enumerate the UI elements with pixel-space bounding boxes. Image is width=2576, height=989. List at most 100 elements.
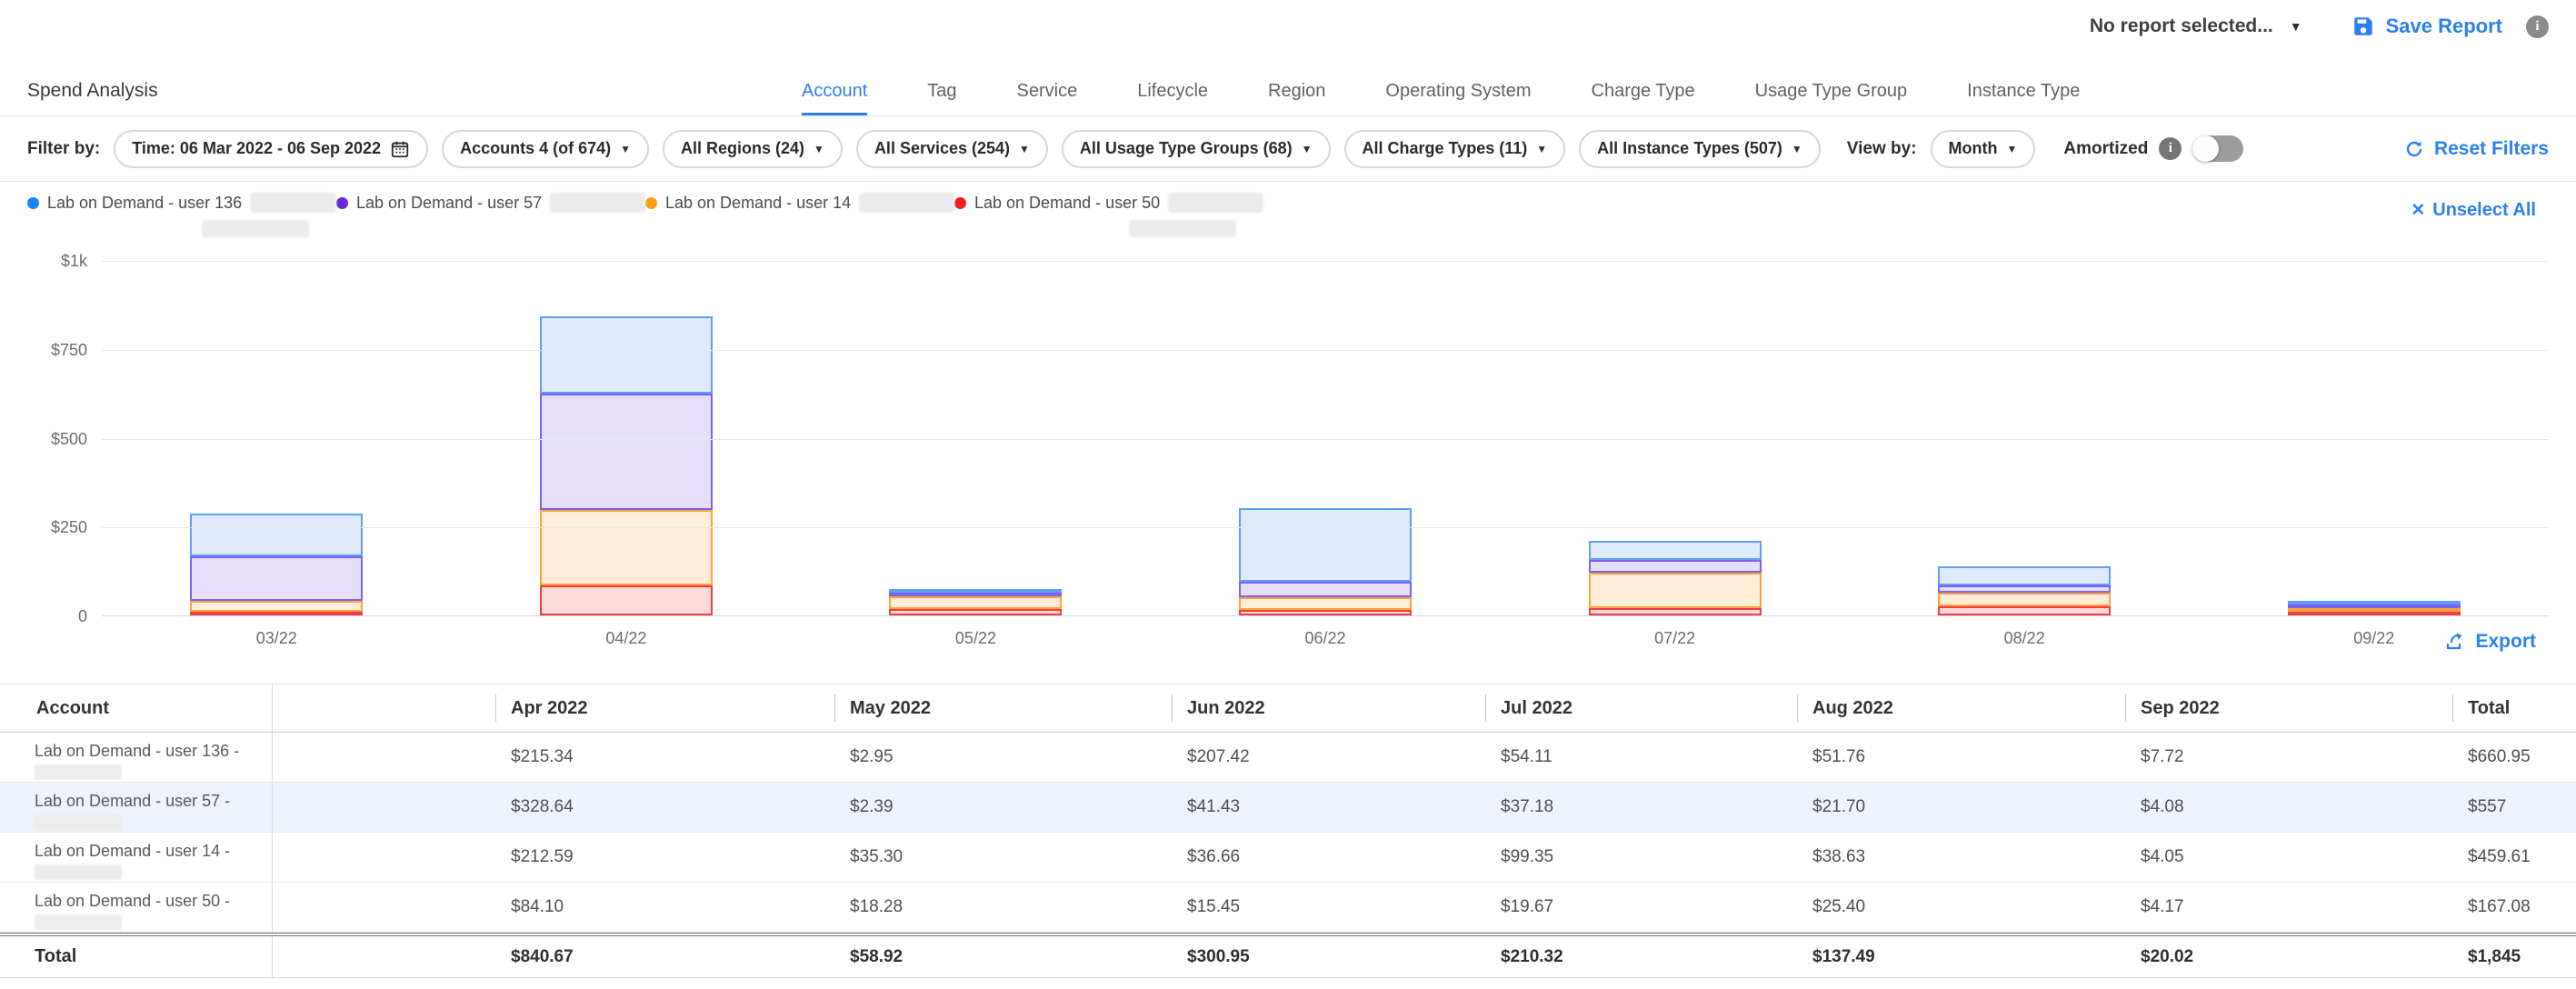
stacked-bar-04-22[interactable]: [540, 316, 713, 615]
legend-item-lab-on-demand-user-50[interactable]: Lab on Demand - user 50: [954, 193, 1263, 242]
value-cell: $212.59: [495, 847, 834, 867]
total-value-cell: $840.67: [495, 947, 834, 967]
report-selector[interactable]: No report selected... ▼: [2090, 15, 2302, 37]
stacked-bar-08-22[interactable]: [1938, 566, 2111, 615]
total-value-cell: $1,845: [2452, 947, 2576, 967]
reset-filters-label: Reset Filters: [2434, 138, 2549, 160]
bar-segment-lab-on-demand-user-14[interactable]: [190, 601, 363, 613]
gridline: [102, 350, 2549, 351]
bar-segment-lab-on-demand-user-50[interactable]: [1589, 608, 1762, 615]
total-label-cell: Total: [0, 936, 273, 977]
bar-segment-lab-on-demand-user-136[interactable]: [1938, 566, 2111, 584]
tab-region[interactable]: Region: [1268, 81, 1325, 116]
stacked-bar-09-22[interactable]: [2288, 601, 2461, 615]
bar-segment-lab-on-demand-user-57[interactable]: [1589, 560, 1762, 574]
legend-label: Lab on Demand - user 136: [47, 194, 242, 213]
bar-segment-lab-on-demand-user-50[interactable]: [1938, 606, 2111, 615]
legend-label: Lab on Demand - user 14: [665, 194, 851, 213]
bar-segment-lab-on-demand-user-50[interactable]: [190, 612, 363, 615]
filter-pill-time[interactable]: Time: 06 Mar 2022 - 06 Sep 2022: [114, 130, 428, 168]
amortized-toggle[interactable]: [2192, 135, 2243, 162]
tab-charge-type[interactable]: Charge Type: [1592, 81, 1695, 116]
table-row-lab-on-demand-user-50[interactable]: Lab on Demand - user 50 -$84.10$18.28$15…: [0, 883, 2576, 933]
value-cell: $36.66: [1172, 847, 1485, 867]
column-header-jul-2022: Jul 2022: [1485, 684, 1797, 732]
bar-segment-lab-on-demand-user-57[interactable]: [1239, 582, 1412, 596]
table-total-row: Total$840.67$58.92$300.95$210.32$137.49$…: [0, 933, 2576, 978]
bar-segment-lab-on-demand-user-14[interactable]: [889, 596, 1062, 609]
tab-account[interactable]: Account: [802, 81, 867, 116]
filter-pill-all-charge-types[interactable]: All Charge Types (11)▼: [1344, 130, 1566, 168]
filter-pill-all-services[interactable]: All Services (254)▼: [856, 130, 1048, 168]
filter-by-label: Filter by:: [27, 139, 100, 159]
table-row-lab-on-demand-user-14[interactable]: Lab on Demand - user 14 -$212.59$35.30$3…: [0, 833, 2576, 883]
tab-service[interactable]: Service: [1017, 81, 1078, 116]
total-value-cell: $137.49: [1797, 947, 2125, 967]
tab-instance-type[interactable]: Instance Type: [1967, 81, 2080, 116]
info-icon[interactable]: i: [2526, 15, 2549, 38]
export-label: Export: [2475, 631, 2536, 653]
view-by-dropdown[interactable]: Month ▼: [1931, 130, 2036, 168]
table-row-lab-on-demand-user-136[interactable]: Lab on Demand - user 136 -$215.34$2.95$2…: [0, 733, 2576, 783]
value-cell: $557: [2452, 797, 2576, 817]
value-cell: $54.11: [1485, 747, 1797, 767]
column-header-jun-2022: Jun 2022: [1172, 684, 1485, 732]
toggle-knob: [2192, 135, 2219, 162]
table-row-lab-on-demand-user-57[interactable]: Lab on Demand - user 57 -$328.64$2.39$41…: [0, 783, 2576, 833]
redacted-text: [35, 814, 122, 830]
filter-pill-label: All Services (254): [874, 139, 1010, 158]
bar-segment-lab-on-demand-user-136[interactable]: [1589, 541, 1762, 560]
redacted-text: [35, 764, 122, 780]
tab-lifecycle[interactable]: Lifecycle: [1137, 81, 1208, 116]
legend-item-lab-on-demand-user-57[interactable]: Lab on Demand - user 57: [336, 193, 645, 242]
bar-segment-lab-on-demand-user-136[interactable]: [540, 316, 713, 393]
stacked-bar-03-22[interactable]: [190, 514, 363, 615]
total-value-cell: $20.02: [2125, 947, 2452, 967]
bar-segment-lab-on-demand-user-136[interactable]: [1239, 508, 1412, 582]
view-by-value: Month: [1949, 139, 1998, 158]
chart-legend: Lab on Demand - user 136 Lab on Demand - …: [0, 187, 2576, 247]
info-icon[interactable]: i: [2159, 137, 2182, 160]
account-name: Lab on Demand - user 50 -: [35, 892, 263, 911]
gridline: [102, 527, 2549, 528]
stacked-bar-05-22[interactable]: [889, 589, 1062, 615]
bar-segment-lab-on-demand-user-14[interactable]: [1239, 597, 1412, 610]
bar-segment-lab-on-demand-user-50[interactable]: [889, 609, 1062, 615]
bar-segment-lab-on-demand-user-14[interactable]: [540, 510, 713, 585]
bar-segment-lab-on-demand-user-57[interactable]: [1938, 585, 2111, 593]
unselect-all-button[interactable]: ✕ Unselect All: [2411, 200, 2536, 221]
legend-label: Lab on Demand - user 57: [356, 194, 542, 213]
filter-pill-all-instance-types[interactable]: All Instance Types (507)▼: [1579, 130, 1821, 168]
bar-segment-lab-on-demand-user-50[interactable]: [540, 585, 713, 615]
reset-filters-button[interactable]: Reset Filters: [2403, 138, 2549, 160]
value-cell: $4.05: [2125, 847, 2452, 867]
filter-pill-all-usage-type-groups[interactable]: All Usage Type Groups (68)▼: [1062, 130, 1331, 168]
tab-operating-system[interactable]: Operating System: [1385, 81, 1531, 116]
redacted-text: [202, 220, 309, 237]
tab-usage-type-group[interactable]: Usage Type Group: [1755, 81, 1908, 116]
value-cell: $41.43: [1172, 797, 1485, 817]
bar-segment-lab-on-demand-user-136[interactable]: [190, 514, 363, 556]
value-cell: $37.18: [1485, 797, 1797, 817]
bar-segment-lab-on-demand-user-50[interactable]: [1239, 610, 1412, 615]
bar-segment-lab-on-demand-user-57[interactable]: [540, 394, 713, 510]
bar-segment-lab-on-demand-user-57[interactable]: [190, 556, 363, 600]
bar-segment-lab-on-demand-user-14[interactable]: [1589, 573, 1762, 608]
filter-pill-label: All Instance Types (507): [1597, 139, 1782, 158]
bar-segment-lab-on-demand-user-14[interactable]: [1938, 593, 2111, 606]
filter-pill-accounts-4[interactable]: Accounts 4 (of 674)▼: [442, 130, 649, 168]
bar-segment-lab-on-demand-user-50[interactable]: [2288, 612, 2461, 615]
close-icon: ✕: [2411, 200, 2425, 221]
filter-pill-all-regions[interactable]: All Regions (24)▼: [663, 130, 843, 168]
stacked-bar-06-22[interactable]: [1239, 508, 1412, 615]
tab-tag[interactable]: Tag: [927, 81, 956, 116]
report-selector-label: No report selected...: [2090, 15, 2273, 37]
stacked-bar-07-22[interactable]: [1589, 541, 1762, 615]
legend-item-lab-on-demand-user-136[interactable]: Lab on Demand - user 136: [27, 193, 336, 242]
export-button[interactable]: Export: [2444, 631, 2536, 653]
redacted-text: [35, 914, 122, 930]
unselect-all-label: Unselect All: [2432, 200, 2536, 221]
legend-item-lab-on-demand-user-14[interactable]: Lab on Demand - user 14: [645, 193, 954, 242]
save-report-button[interactable]: Save Report: [2351, 15, 2502, 38]
filter-pill-label: All Regions (24): [681, 139, 804, 158]
